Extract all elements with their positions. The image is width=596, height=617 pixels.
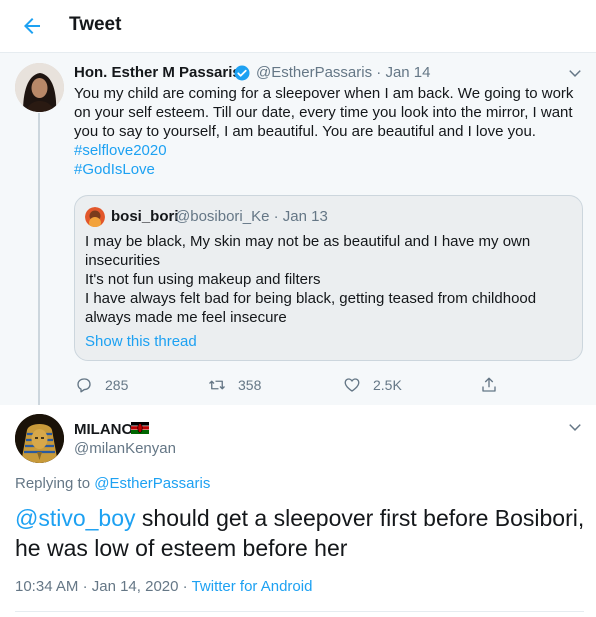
tweet-meta: 10:34 AM · Jan 14, 2020 · Twitter for An…: [15, 578, 313, 595]
tweet-time[interactable]: 10:34 AM: [15, 578, 78, 595]
chevron-down-icon[interactable]: [568, 66, 582, 80]
arrow-left-icon[interactable]: [20, 14, 44, 38]
avatar[interactable]: [15, 414, 64, 463]
quoted-author-name: bosi_bori: [111, 208, 179, 225]
divider: [15, 611, 584, 612]
author-name[interactable]: MILANO: [74, 421, 133, 438]
heart-icon: [344, 378, 360, 392]
chevron-down-icon[interactable]: [568, 420, 582, 434]
retweet-count: 358: [238, 377, 262, 393]
show-thread-link[interactable]: Show this thread: [85, 333, 197, 350]
avatar[interactable]: [15, 63, 64, 112]
thread-connector-line: [38, 113, 40, 405]
author-name[interactable]: Hon. Esther M Passaris: [74, 64, 241, 81]
quoted-tweet-card[interactable]: bosi_bori @bosibori_Ke · Jan 13 I may be…: [74, 195, 583, 361]
tweet-text: You my child are coming for a sleepover …: [74, 84, 586, 179]
tweet-header: Tweet: [0, 0, 596, 53]
tweet-source-link[interactable]: Twitter for Android: [192, 578, 313, 595]
hashtag-link[interactable]: #GodIsLove: [74, 160, 586, 179]
share-icon: [482, 377, 496, 392]
replying-to-link[interactable]: @EstherPassaris: [94, 475, 210, 492]
like-count: 2.5K: [373, 377, 402, 393]
retweet-icon: [209, 380, 225, 390]
hashtag-link[interactable]: #selflove2020: [74, 141, 586, 160]
share-button[interactable]: [480, 375, 498, 395]
reply-button[interactable]: 285: [75, 375, 128, 395]
like-button[interactable]: 2.5K: [343, 375, 402, 395]
author-handle-and-date[interactable]: @EstherPassaris · Jan 14: [256, 64, 431, 81]
page-title: Tweet: [69, 14, 122, 35]
reply-count: 285: [105, 377, 129, 393]
reply-icon: [77, 378, 91, 393]
mention-link[interactable]: @stivo_boy: [15, 505, 136, 531]
avatar: [85, 207, 105, 227]
retweet-button[interactable]: 358: [208, 375, 261, 395]
verified-badge-icon: [234, 65, 250, 81]
author-handle[interactable]: @milanKenyan: [74, 440, 176, 457]
tweet-date[interactable]: Jan 14, 2020: [92, 578, 179, 595]
replying-to: Replying to @EstherPassaris: [15, 475, 211, 492]
quoted-handle-and-date: @bosibori_Ke · Jan 13: [175, 208, 328, 225]
quoted-tweet-text: I may be black, My skin may not be as be…: [85, 233, 537, 326]
kenya-flag-icon: [131, 422, 149, 434]
tweet-text: @stivo_boy should get a sleepover first …: [15, 505, 585, 561]
